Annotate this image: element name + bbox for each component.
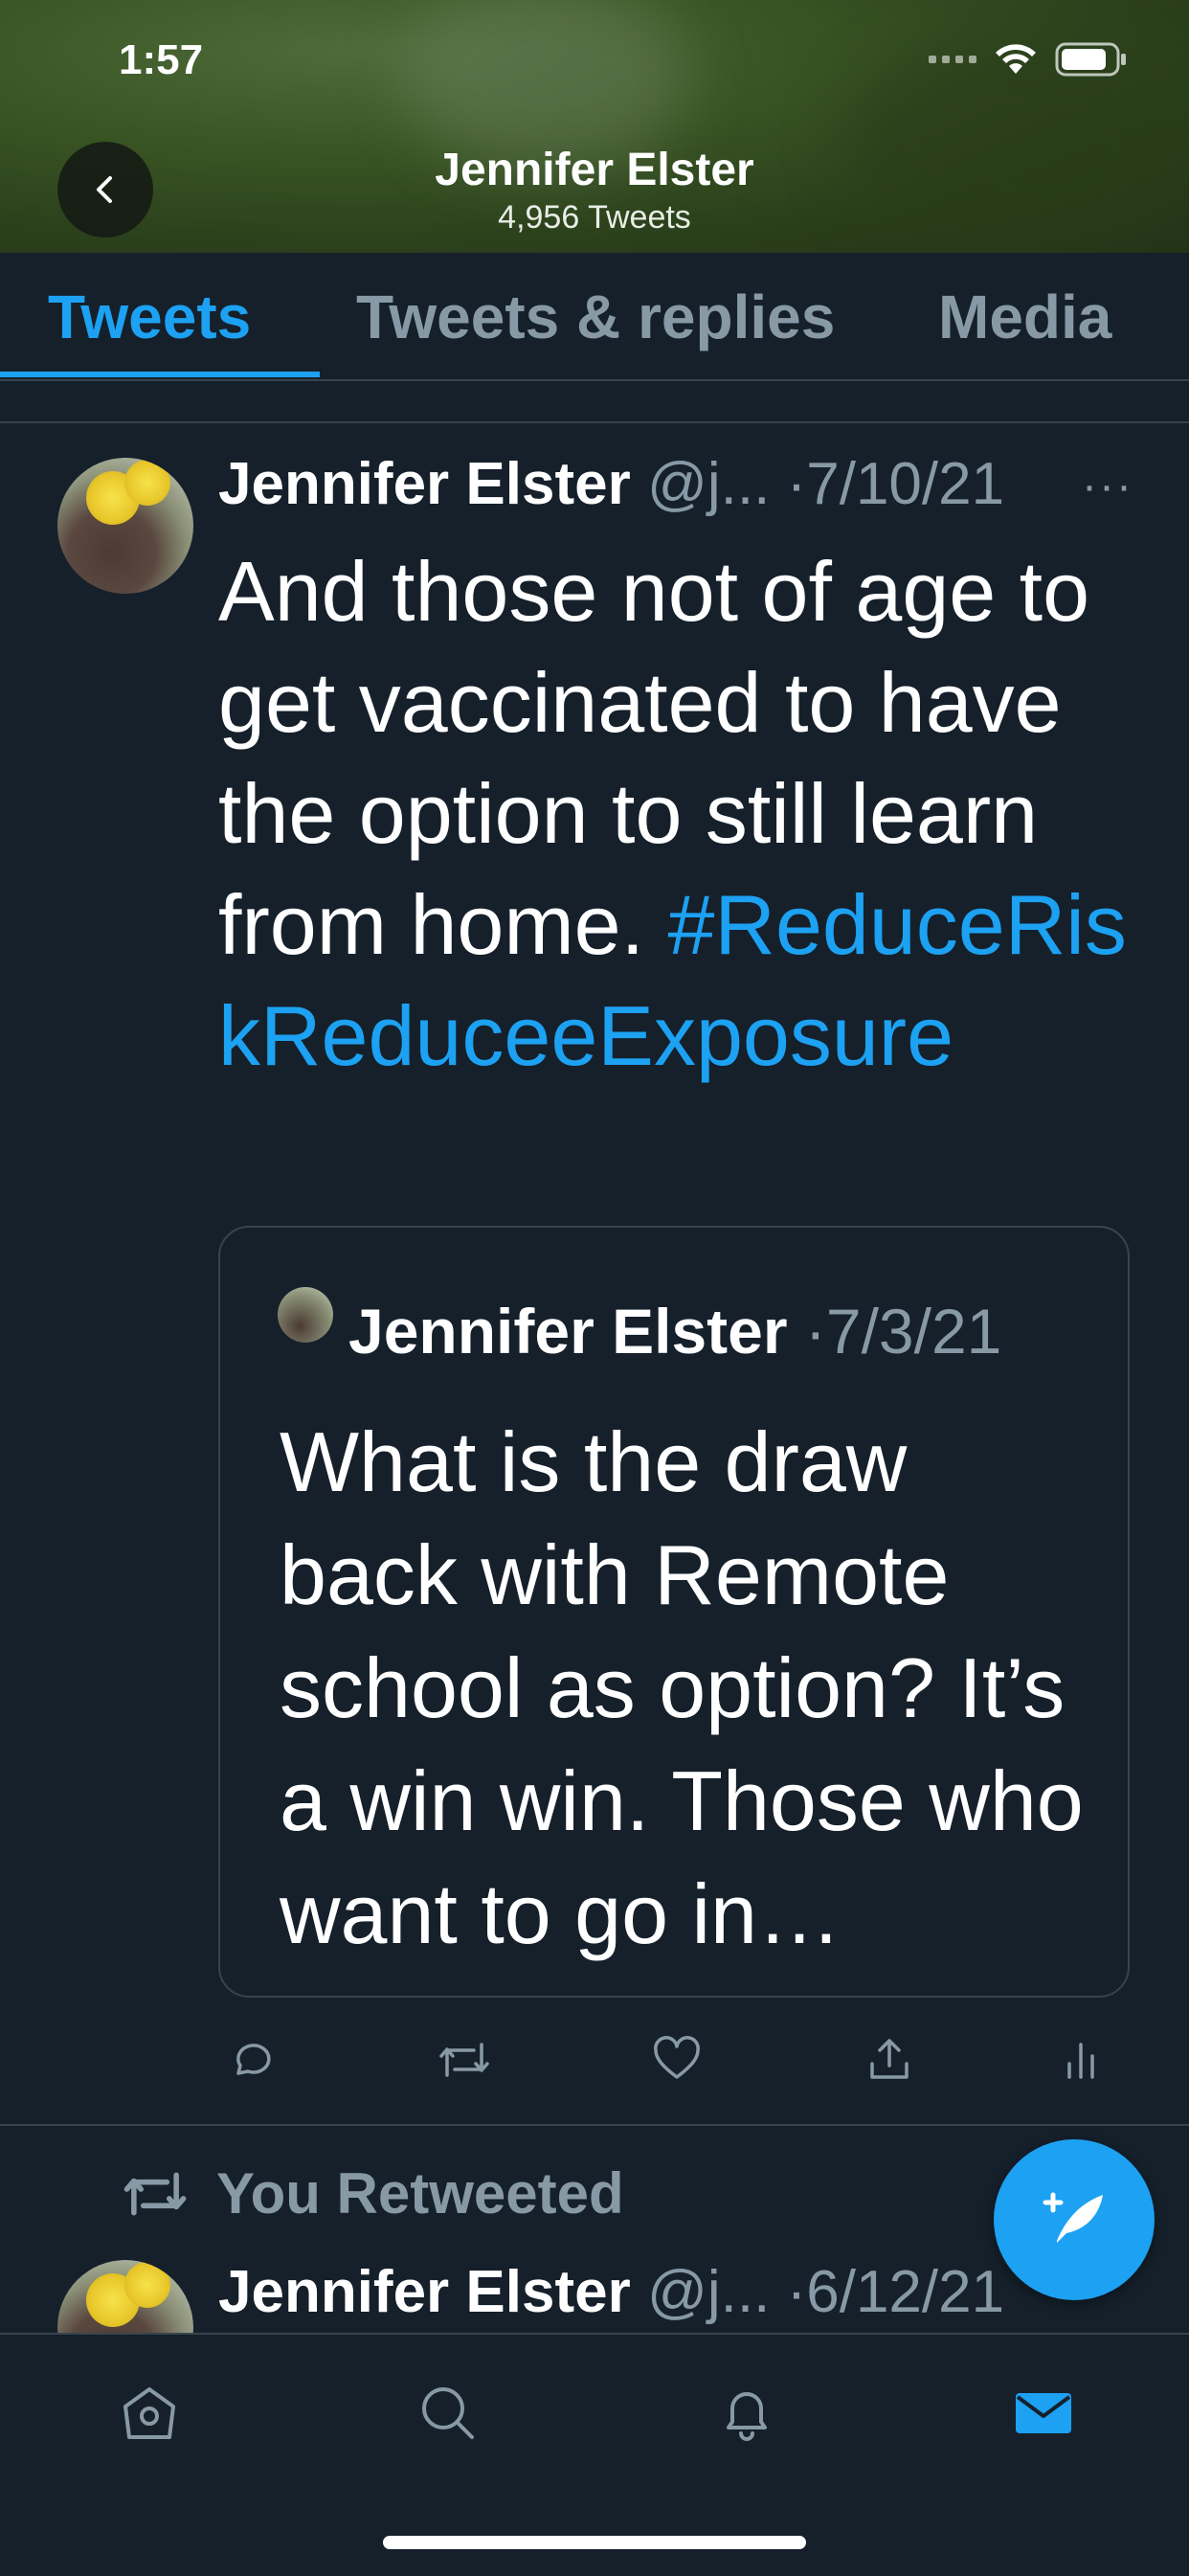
tweet-header: Jennifer Elster @j... ·7/10/21 [218,450,1004,518]
home-indicator [383,2536,806,2549]
quoted-tweet[interactable]: Jennifer Elster ·7/3/21 What is the draw… [218,1226,1130,1998]
reply-button[interactable] [218,2026,285,2093]
nav-messages[interactable] [1005,2375,1082,2452]
quoted-avatar [278,1287,333,1343]
active-tab-indicator [0,372,320,377]
status-icons [929,42,1128,77]
retweet-icon [439,2043,489,2077]
nav-home[interactable] [111,2375,188,2452]
date-separator: · [770,451,807,517]
retweet-icon [123,2172,187,2215]
quoted-tweet-header: Jennifer Elster ·7/3/21 [348,1295,1001,1367]
analytics-icon [1067,2043,1094,2079]
wifi-icon [996,44,1036,74]
search-icon [422,2387,474,2439]
like-button[interactable] [643,2026,710,2093]
retweet-button[interactable] [431,2026,498,2093]
divider [0,421,1189,423]
status-time: 1:57 [119,36,204,83]
nav-notifications[interactable] [708,2375,785,2452]
avatar[interactable] [57,458,193,594]
date-separator: · [770,2259,807,2325]
date-separator: · [787,1296,826,1367]
tweet-count: 4,956 Tweets [498,199,691,236]
profile-tabs: Tweets Tweets & replies Media [0,253,1189,381]
home-icon [123,2387,175,2439]
divider [0,2124,1189,2126]
tweet-date: 6/12/21 [806,2259,1005,2325]
profile-header: 1:57 Jennifer Elster 4,956 Tweets [0,0,1189,253]
analytics-button[interactable] [1047,2026,1114,2093]
heart-icon [654,2036,700,2079]
tweet-text: And those not of age to get vaccinated t… [218,536,1137,1092]
nav-search[interactable] [410,2375,486,2452]
tweet-actions [218,2026,1114,2093]
author-handle[interactable]: @j... [647,2259,770,2325]
tab-tweets-and-replies[interactable]: Tweets & replies [356,282,835,352]
compose-tweet-button[interactable] [994,2139,1155,2300]
retweet-context: You Retweeted [115,2160,624,2226]
mail-icon [1016,2393,1071,2433]
battery-icon [1055,42,1126,77]
retweet-label: You Retweeted [216,2161,624,2226]
quoted-tweet-text: What is the draw back with Remote school… [280,1414,1084,1961]
tab-tweets[interactable]: Tweets [48,282,251,352]
quoted-tweet-date: 7/3/21 [825,1296,1002,1367]
bell-icon [727,2392,767,2441]
cellular-signal-icon [929,56,976,63]
share-button[interactable] [856,2026,923,2093]
quoted-author-name: Jennifer Elster [348,1296,788,1367]
profile-name-title: Jennifer Elster [435,145,754,195]
author-handle[interactable]: @j... [647,451,770,517]
tweet-header: Jennifer Elster @j... ·6/12/21 [218,2258,1004,2326]
author-name[interactable]: Jennifer Elster [218,2259,631,2325]
tweet-date: 7/10/21 [806,451,1005,517]
author-name[interactable]: Jennifer Elster [218,451,631,517]
tab-media[interactable]: Media [938,282,1111,352]
share-icon [870,2039,909,2079]
compose-feather-icon [1043,2192,1103,2243]
reply-icon [236,2044,271,2075]
more-options-button[interactable]: ··· [1082,460,1133,512]
